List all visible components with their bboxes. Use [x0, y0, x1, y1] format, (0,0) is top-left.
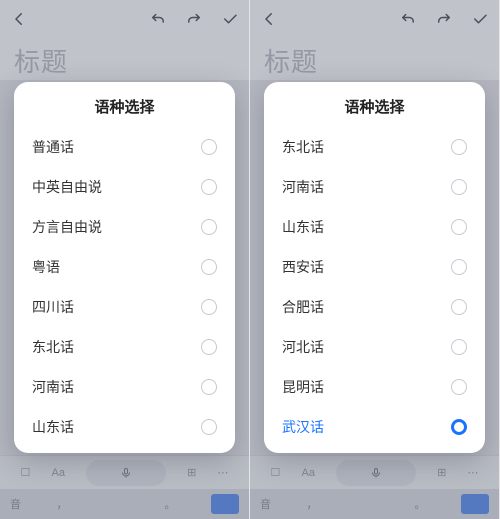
radio-icon[interactable]	[201, 299, 217, 315]
language-option[interactable]: 河北话	[264, 327, 485, 367]
language-label: 方言自由说	[32, 217, 201, 237]
language-label: 山东话	[282, 217, 451, 237]
radio-icon[interactable]	[201, 179, 217, 195]
radio-icon[interactable]	[201, 259, 217, 275]
language-label: 河北话	[282, 337, 451, 357]
language-label: 中英自由说	[32, 177, 201, 197]
language-option[interactable]: 东北话	[264, 127, 485, 167]
modal-title: 语种选择	[14, 82, 235, 127]
radio-icon[interactable]	[201, 139, 217, 155]
pane-left: 标题 今天 11:21 未分类 ▾ ☐ Aa ⊞ ⋯ 音 ， 。 语种选择 普通…	[0, 0, 250, 519]
language-label: 四川话	[32, 297, 201, 317]
language-label: 河南话	[32, 377, 201, 397]
language-option[interactable]: 中英自由说	[14, 167, 235, 207]
radio-icon[interactable]	[451, 179, 467, 195]
language-option[interactable]: 四川话	[14, 287, 235, 327]
language-option[interactable]: 方言自由说	[14, 207, 235, 247]
language-option[interactable]: 武汉话	[264, 407, 485, 447]
language-option[interactable]: 河南话	[14, 367, 235, 407]
radio-icon[interactable]	[451, 419, 467, 435]
language-label: 武汉话	[282, 417, 451, 437]
language-label: 昆明话	[282, 377, 451, 397]
language-list[interactable]: 普通话中英自由说方言自由说粤语四川话东北话河南话山东话	[14, 127, 235, 453]
language-label: 东北话	[32, 337, 201, 357]
language-label: 合肥话	[282, 297, 451, 317]
language-option[interactable]: 昆明话	[264, 367, 485, 407]
language-label: 普通话	[32, 137, 201, 157]
language-select-modal: 语种选择 普通话中英自由说方言自由说粤语四川话东北话河南话山东话	[14, 82, 235, 453]
language-option[interactable]: 粤语	[14, 247, 235, 287]
language-option[interactable]: 普通话	[14, 127, 235, 167]
language-label: 河南话	[282, 177, 451, 197]
radio-icon[interactable]	[451, 299, 467, 315]
language-select-modal: 语种选择 东北话河南话山东话西安话合肥话河北话昆明话武汉话	[264, 82, 485, 453]
pane-right: 标题 今天 11:21 未分类 ▾ ☐ Aa ⊞ ⋯ 音 ， 。 语种选择 东北…	[250, 0, 500, 519]
language-option[interactable]: 合肥话	[264, 287, 485, 327]
language-label: 山东话	[32, 417, 201, 437]
language-option[interactable]: 河南话	[264, 167, 485, 207]
radio-icon[interactable]	[451, 139, 467, 155]
radio-icon[interactable]	[201, 219, 217, 235]
language-option[interactable]: 东北话	[14, 327, 235, 367]
language-list[interactable]: 东北话河南话山东话西安话合肥话河北话昆明话武汉话	[264, 127, 485, 453]
radio-icon[interactable]	[201, 379, 217, 395]
radio-icon[interactable]	[451, 379, 467, 395]
language-option[interactable]: 山东话	[14, 407, 235, 447]
radio-icon[interactable]	[201, 419, 217, 435]
radio-icon[interactable]	[451, 219, 467, 235]
language-label: 粤语	[32, 257, 201, 277]
radio-icon[interactable]	[451, 339, 467, 355]
language-label: 东北话	[282, 137, 451, 157]
radio-icon[interactable]	[201, 339, 217, 355]
radio-icon[interactable]	[451, 259, 467, 275]
language-option[interactable]: 山东话	[264, 207, 485, 247]
modal-title: 语种选择	[264, 82, 485, 127]
language-option[interactable]: 西安话	[264, 247, 485, 287]
language-label: 西安话	[282, 257, 451, 277]
